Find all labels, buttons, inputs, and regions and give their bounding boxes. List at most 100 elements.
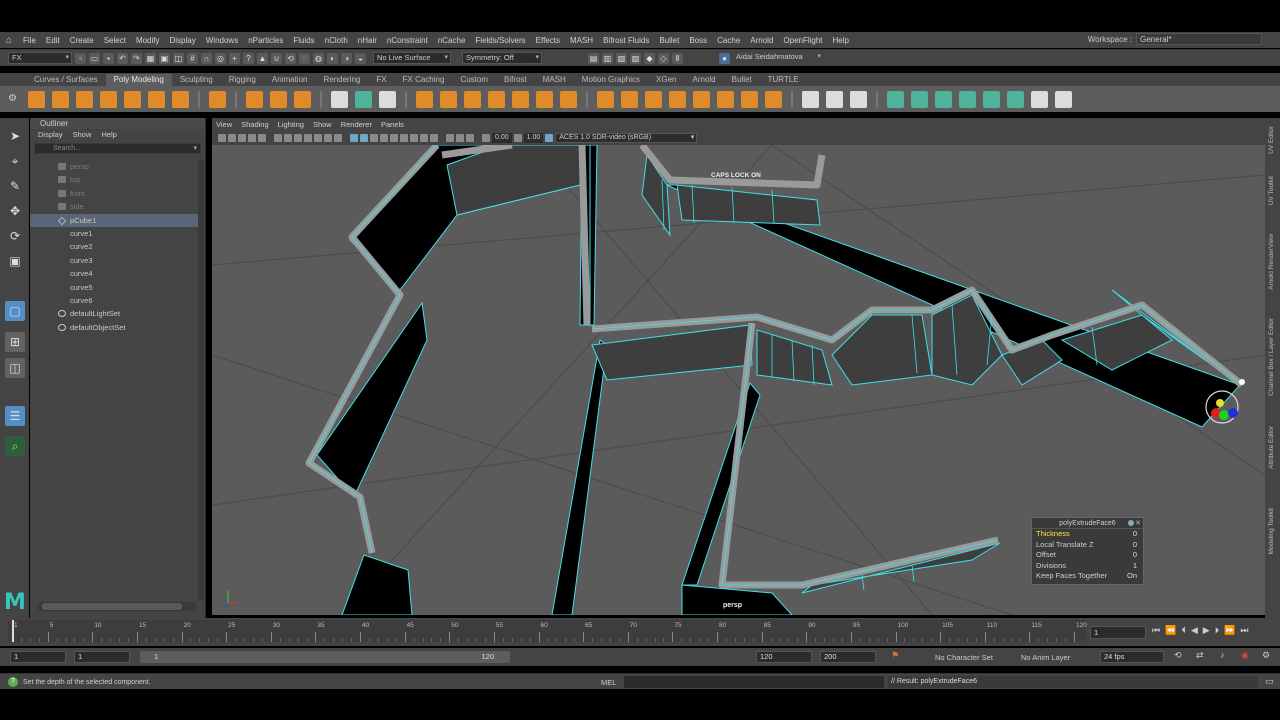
viewport-menu-view[interactable]: View (216, 120, 232, 129)
outliner-item-curve1[interactable]: curve1 (30, 227, 200, 240)
hud-row-value[interactable]: 1 (1133, 561, 1137, 572)
separate-icon[interactable] (440, 90, 457, 108)
uv-auto-icon[interactable] (911, 90, 928, 108)
color-management-icon[interactable] (545, 134, 554, 142)
menu-bifrost-fluids[interactable]: Bifrost Fluids (598, 36, 654, 45)
help-icon[interactable]: ? (243, 52, 254, 64)
cache-icon[interactable]: ◉ (1241, 650, 1249, 661)
four-pane-icon[interactable]: ⊞ (5, 332, 25, 352)
step-back-icon[interactable]: ⏴ (1181, 625, 1186, 636)
side-tab-modeling-toolkit[interactable]: Modeling Toolkit (1268, 508, 1275, 555)
shelf-tab-fx[interactable]: FX (368, 74, 394, 86)
append-icon[interactable] (693, 90, 710, 108)
2d-pan-icon[interactable] (248, 134, 256, 142)
menu-ncache[interactable]: nCache (433, 36, 471, 45)
home-icon[interactable]: ⌂ (0, 35, 18, 46)
xray-joints-icon[interactable] (466, 134, 474, 142)
gamma-field[interactable]: 1.00 (523, 133, 544, 143)
smooth-mesh-icon[interactable] (512, 90, 529, 108)
scale-tool-icon[interactable]: ▣ (5, 251, 25, 271)
live-surface-dropdown[interactable]: No Live Surface (373, 52, 451, 64)
viewport-menu-shading[interactable]: Shading (241, 120, 269, 129)
menu-fields-solvers[interactable]: Fields/Solvers (470, 36, 530, 45)
outliner-item-curve3[interactable]: curve3 (30, 254, 200, 267)
command-language-toggle[interactable]: MEL (601, 678, 616, 687)
default-material-icon[interactable] (370, 134, 378, 142)
hud-row-value[interactable]: 0 (1133, 550, 1137, 561)
outliner-item-curve4[interactable]: curve4 (30, 267, 200, 280)
magnet-icon[interactable]: ∪ (271, 52, 282, 64)
outliner-menu-help[interactable]: Help (101, 129, 116, 141)
viewport-menu-lighting[interactable]: Lighting (278, 120, 304, 129)
anim-layer-dropdown[interactable]: No Anim Layer (1021, 653, 1070, 662)
start-time-field[interactable]: 1 (10, 651, 66, 663)
lasso-tool-icon[interactable]: ⌖ (5, 151, 25, 171)
uv-planar-icon[interactable] (887, 90, 904, 108)
select-tool-icon[interactable]: ➤ (5, 126, 25, 146)
open-scene-icon[interactable]: ▭ (89, 52, 100, 64)
viewport-menu-renderer[interactable]: Renderer (341, 120, 372, 129)
shelf-tab-sculpting[interactable]: Sculpting (172, 74, 221, 86)
wireframe-icon[interactable] (350, 134, 358, 142)
single-pane-icon[interactable]: ▢ (5, 301, 25, 321)
anim-start-field[interactable]: 1 (74, 651, 130, 663)
shelf-tab-turtle[interactable]: TURTLE (760, 74, 807, 86)
go-to-end-icon[interactable]: ⏭ (1240, 625, 1248, 636)
end-time-field[interactable]: 120 (756, 651, 812, 663)
outliner-item-pcube1[interactable]: pCube1 (30, 213, 200, 227)
outliner-item-defaultobjectset[interactable]: defaultObjectSet (30, 321, 200, 334)
fps-dropdown[interactable]: 24 fps (1100, 651, 1164, 663)
motion-blur-icon[interactable] (420, 134, 428, 142)
xray-icon[interactable] (456, 134, 464, 142)
balloon-icon[interactable] (379, 90, 396, 108)
poly-disc-icon[interactable] (172, 90, 189, 108)
uv-cut-icon[interactable] (935, 90, 952, 108)
symmetry-dropdown[interactable]: Symmetry: Off (462, 52, 542, 64)
workspace-dropdown[interactable]: General* (1136, 33, 1262, 45)
menu-fluids[interactable]: Fluids (288, 36, 319, 45)
uv-unfold-icon[interactable] (959, 90, 976, 108)
shadows-icon[interactable] (400, 134, 408, 142)
command-input[interactable] (624, 676, 884, 688)
select-component-icon[interactable]: ◫ (173, 52, 184, 64)
menu-nhair[interactable]: nHair (353, 36, 382, 45)
current-frame-field[interactable]: 1 (1090, 626, 1146, 639)
construction-icon[interactable]: ◌ (299, 52, 310, 64)
poly-plane-icon[interactable] (148, 90, 165, 108)
menu-openflight[interactable]: OpenFlight (778, 36, 827, 45)
menu-cache[interactable]: Cache (712, 36, 745, 45)
outliner-item-front[interactable]: front (30, 187, 200, 200)
gate-mask-icon[interactable] (304, 134, 312, 142)
outliner-item-persp[interactable]: persp (30, 160, 200, 173)
pause-icon[interactable]: Ⅱ (672, 52, 683, 64)
uv-checker-icon[interactable] (1007, 90, 1024, 108)
bridge-icon[interactable] (621, 90, 638, 108)
menu-nparticles[interactable]: nParticles (243, 36, 288, 45)
snap-curve-icon[interactable]: ∩ (201, 52, 212, 64)
step-back-key-icon[interactable]: ⏪ (1165, 625, 1176, 636)
outliner-item-top[interactable]: top (30, 173, 200, 186)
target-weld-icon[interactable] (826, 90, 843, 108)
super-shape-icon[interactable] (246, 90, 263, 108)
hud-row-keep-faces-together[interactable]: Keep Faces Together On (1032, 571, 1143, 582)
extrude-icon[interactable] (597, 90, 614, 108)
reduce-icon[interactable] (536, 90, 553, 108)
arnold-icon[interactable]: ◆ (644, 52, 655, 64)
character-set-dropdown[interactable]: No Character Set (935, 653, 993, 662)
fill-hole-icon[interactable] (669, 90, 686, 108)
menu-ncloth[interactable]: nCloth (320, 36, 353, 45)
merge-icon[interactable] (717, 90, 734, 108)
shelf-tab-curves-surfaces[interactable]: Curves / Surfaces (26, 74, 106, 86)
undo-icon[interactable]: ↶ (117, 52, 128, 64)
hud-row-offset[interactable]: Offset 0 (1032, 550, 1143, 561)
gamma-icon[interactable] (513, 134, 522, 142)
anim-end-field[interactable]: 200 (820, 651, 876, 663)
menu-arnold[interactable]: Arnold (745, 36, 778, 45)
grid-icon[interactable] (274, 134, 282, 142)
playback-range-bar[interactable]: 1 120 (140, 651, 510, 663)
snap-view-icon[interactable]: + (229, 52, 240, 64)
poly-cube-icon[interactable] (52, 90, 69, 108)
menu-help[interactable]: Help (828, 36, 854, 45)
shelf-tab-rigging[interactable]: Rigging (221, 74, 264, 86)
snap-point-icon[interactable]: ◎ (215, 52, 226, 64)
